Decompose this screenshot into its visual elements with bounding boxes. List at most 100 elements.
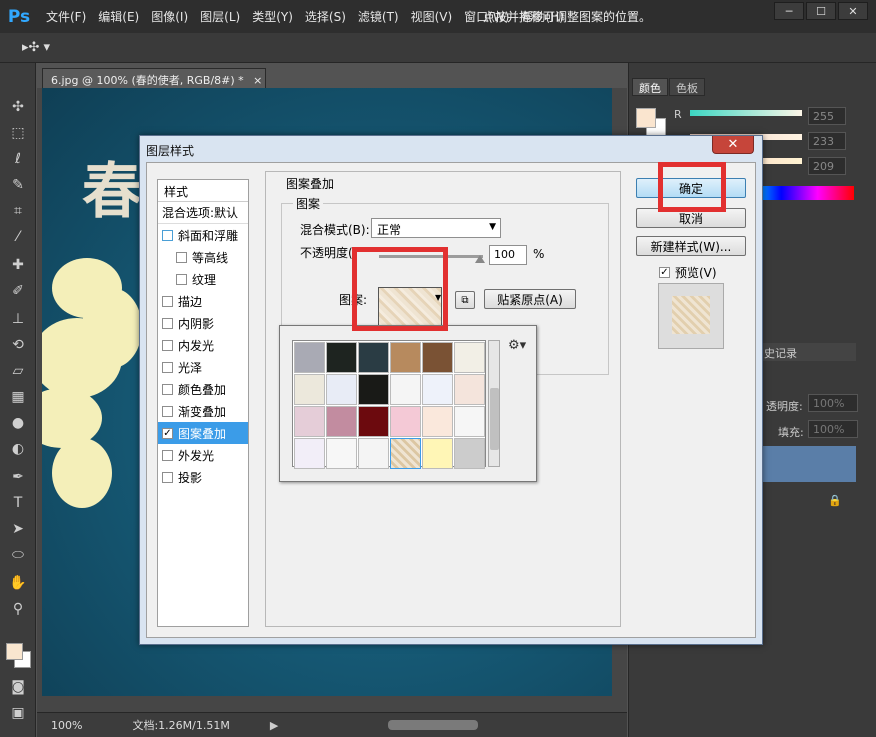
healing-tool-icon[interactable]: ✚ — [8, 255, 28, 275]
minimize-button[interactable]: ─ — [774, 2, 804, 20]
style-item-drop-shadow[interactable]: 投影 — [158, 466, 248, 488]
style-item-texture[interactable]: 纹理 — [158, 268, 248, 290]
foreground-color-swatch[interactable] — [6, 643, 23, 660]
style-item-bevel[interactable]: 斜面和浮雕 — [158, 224, 248, 246]
blend-mode-select[interactable]: 正常 ▼ — [371, 218, 501, 238]
pattern-swatch[interactable] — [326, 342, 357, 373]
layer-opacity-field[interactable]: 100% — [808, 394, 858, 412]
pattern-swatch[interactable] — [422, 406, 453, 437]
menu-view[interactable]: 视图(V) — [411, 8, 453, 25]
style-item-color-overlay[interactable]: 颜色叠加 — [158, 378, 248, 400]
r-slider[interactable] — [690, 110, 802, 116]
pattern-swatch[interactable] — [422, 438, 453, 469]
hand-tool-icon[interactable]: ✋ — [8, 573, 28, 593]
lasso-tool-icon[interactable]: ℓ — [8, 149, 28, 169]
close-tab-icon[interactable]: × — [253, 74, 262, 87]
zoom-level[interactable]: 100% — [51, 719, 82, 732]
snap-to-origin-button[interactable]: 贴紧原点(A) — [484, 289, 576, 309]
pattern-swatch[interactable] — [390, 438, 421, 469]
menu-image[interactable]: 图像(I) — [151, 8, 188, 25]
pattern-swatch[interactable] — [358, 374, 389, 405]
maximize-button[interactable]: ☐ — [806, 2, 836, 20]
pattern-swatch[interactable] — [326, 438, 357, 469]
shape-tool-icon[interactable]: ⬭ — [8, 545, 28, 565]
style-item-pattern-overlay[interactable]: ✓ 图案叠加 — [158, 422, 248, 444]
checkbox[interactable] — [162, 317, 173, 329]
dodge-tool-icon[interactable]: ◐ — [8, 439, 28, 459]
stamp-tool-icon[interactable]: ⊥ — [8, 309, 28, 329]
pattern-swatch[interactable] — [390, 342, 421, 373]
checkbox[interactable] — [162, 471, 173, 483]
preview-option[interactable]: ✓ 预览(V) — [659, 264, 717, 281]
preview-checkbox[interactable]: ✓ — [659, 267, 670, 278]
style-item-gradient-overlay[interactable]: 渐变叠加 — [158, 400, 248, 422]
close-window-button[interactable]: ✕ — [838, 2, 868, 20]
type-tool-icon[interactable]: T — [8, 493, 28, 513]
panel-foreground-color[interactable] — [636, 108, 656, 128]
checkbox[interactable] — [176, 273, 187, 285]
pattern-swatch[interactable] — [358, 438, 389, 469]
opacity-slider-knob[interactable] — [475, 255, 485, 263]
quick-select-tool-icon[interactable]: ✎ — [8, 175, 28, 195]
pattern-swatch[interactable] — [454, 374, 485, 405]
pattern-swatch[interactable] — [454, 342, 485, 373]
style-item-satin[interactable]: 光泽 — [158, 356, 248, 378]
pattern-swatch[interactable] — [358, 406, 389, 437]
horizontal-scrollbar[interactable] — [388, 720, 479, 730]
pattern-swatch[interactable] — [454, 406, 485, 437]
blur-tool-icon[interactable]: ● — [8, 413, 28, 433]
eyedropper-tool-icon[interactable]: ⁄ — [8, 227, 28, 247]
pattern-swatch[interactable] — [294, 374, 325, 405]
checkbox[interactable] — [176, 251, 187, 263]
checkbox[interactable] — [162, 361, 173, 373]
selected-layer-row[interactable] — [760, 446, 856, 482]
pattern-swatch[interactable] — [326, 374, 357, 405]
pattern-swatch[interactable] — [454, 438, 485, 469]
status-arrow-icon[interactable]: ▶ — [270, 719, 278, 732]
pattern-swatch[interactable] — [422, 342, 453, 373]
eraser-tool-icon[interactable]: ▱ — [8, 361, 28, 381]
quick-mask-icon[interactable]: ◙ — [8, 677, 28, 697]
pattern-scroll-thumb[interactable] — [490, 388, 499, 450]
pen-tool-icon[interactable]: ✒ — [8, 467, 28, 487]
style-item-inner-glow[interactable]: 内发光 — [158, 334, 248, 356]
pattern-swatch[interactable] — [294, 342, 325, 373]
gradient-tool-icon[interactable]: ▦ — [8, 387, 28, 407]
marquee-tool-icon[interactable]: ⬚ — [8, 123, 28, 143]
menu-filter[interactable]: 滤镜(T) — [358, 8, 399, 25]
style-item-stroke[interactable]: 描边 — [158, 290, 248, 312]
new-preset-icon[interactable]: ⧉ — [455, 291, 475, 309]
gear-icon[interactable]: ⚙▾ — [508, 338, 526, 353]
history-panel-tab[interactable]: 史记录 — [760, 343, 856, 361]
tab-color[interactable]: 颜色 — [632, 78, 668, 96]
checkbox[interactable] — [162, 295, 173, 307]
style-list-header[interactable]: 样式 — [158, 180, 248, 202]
checkbox[interactable] — [162, 229, 173, 241]
checkbox[interactable] — [162, 383, 173, 395]
move-tool-icon[interactable]: ✣ — [8, 97, 28, 117]
dialog-close-button[interactable]: ✕ — [712, 136, 754, 154]
checkbox[interactable] — [162, 339, 173, 351]
document-tab[interactable]: 6.jpg @ 100% (春的使者, RGB/8#) * × — [42, 68, 266, 88]
pattern-swatch[interactable] — [422, 374, 453, 405]
g-value[interactable]: 233 — [808, 132, 846, 150]
checkbox[interactable] — [162, 449, 173, 461]
crop-tool-icon[interactable]: ⌗ — [8, 201, 28, 221]
opacity-input[interactable]: 100 — [489, 245, 527, 265]
pattern-swatch[interactable] — [294, 438, 325, 469]
menu-layer[interactable]: 图层(L) — [200, 8, 240, 25]
blend-options-item[interactable]: 混合选项:默认 — [158, 202, 248, 224]
tab-swatches[interactable]: 色板 — [669, 78, 705, 96]
checkbox-checked[interactable]: ✓ — [162, 427, 173, 439]
path-select-tool-icon[interactable]: ➤ — [8, 519, 28, 539]
checkbox[interactable] — [162, 405, 173, 417]
menu-select[interactable]: 选择(S) — [305, 8, 346, 25]
screen-mode-icon[interactable]: ▣ — [8, 703, 28, 723]
pattern-swatch[interactable] — [390, 406, 421, 437]
style-item-outer-glow[interactable]: 外发光 — [158, 444, 248, 466]
layer-fill-field[interactable]: 100% — [808, 420, 858, 438]
style-item-inner-shadow[interactable]: 内阴影 — [158, 312, 248, 334]
pattern-swatch[interactable] — [358, 342, 389, 373]
zoom-tool-icon[interactable]: ⚲ — [8, 599, 28, 619]
history-brush-icon[interactable]: ⟲ — [8, 335, 28, 355]
